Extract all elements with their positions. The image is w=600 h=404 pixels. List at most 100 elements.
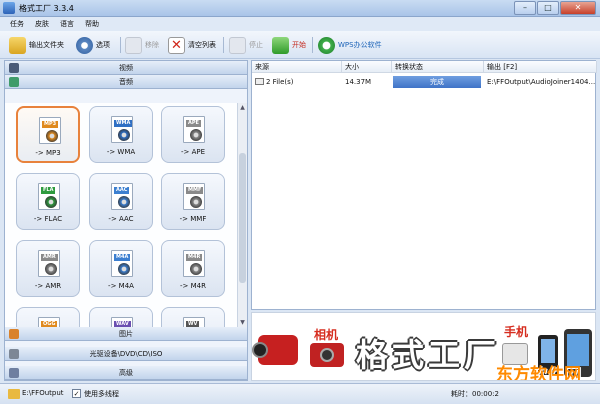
title-bar: 格式工厂 3.3.4 – □ ✕ [0, 0, 600, 17]
file-icon [255, 78, 264, 85]
camcorder-illustration [252, 335, 298, 365]
audio-file-icon: OGG [38, 317, 60, 327]
format-tile-amr[interactable]: AMR -> AMR [16, 240, 80, 297]
format-label: -> M4A [108, 282, 134, 290]
format-tag: M4A [114, 254, 131, 261]
app-icon [3, 2, 15, 14]
toolbar-separator [120, 37, 121, 53]
format-tag: APE [186, 120, 201, 127]
audio-file-icon: MP3 [39, 117, 61, 144]
row-source: 2 File(s) [255, 76, 341, 88]
menu-language[interactable]: 语言 [60, 17, 74, 31]
format-tile-wma[interactable]: WMA -> WMA [89, 106, 153, 163]
status-bar: E:\FFOutput ✓ 使用多线程 耗时：00:00:2 [0, 383, 600, 404]
banner-camera-label: 相机 [314, 328, 339, 342]
format-tile-ape[interactable]: APE -> APE [161, 106, 225, 163]
speaker-icon [118, 263, 130, 275]
category-picture[interactable]: 图片 [5, 327, 247, 341]
audio-file-icon: APE [183, 116, 205, 143]
promo-banner[interactable]: 相机 格式工厂 手机 东方软件网 [251, 312, 596, 381]
format-tag: WMA [114, 120, 133, 127]
scroll-up-arrow-icon[interactable]: ▲ [239, 104, 246, 111]
remove-button[interactable]: 移除 [125, 35, 159, 55]
format-tile-mmf[interactable]: MMF -> MMF [161, 173, 225, 230]
speaker-icon [46, 130, 58, 142]
elapsed-time: 耗时：00:00:2 [451, 390, 499, 398]
gear-icon [76, 36, 93, 54]
format-label: -> MP3 [35, 149, 61, 157]
format-tile-mp3[interactable]: MP3 -> MP3 [16, 106, 80, 163]
format-tile-wv[interactable]: WV [161, 307, 225, 327]
category-panel: 视频 音频 MP3 -> MP3 WMA -> WMA APE -> APE FLA -> F… [4, 60, 248, 381]
format-tile-aac[interactable]: AAC -> AAC [89, 173, 153, 230]
column-header-output[interactable]: 输出 [F2] [484, 61, 597, 73]
scroll-thumb[interactable] [239, 153, 246, 283]
start-button[interactable]: 开始 [272, 35, 306, 55]
format-tag: FLA [41, 187, 56, 194]
clear-list-button[interactable]: ✕ 清空列表 [168, 35, 216, 55]
task-list: 来源 大小 转换状态 输出 [F2] 2 File(s) 14.37M 完成 E… [251, 60, 597, 310]
speaker-icon [190, 196, 202, 208]
format-grid: MP3 -> MP3 WMA -> WMA APE -> APE FLA -> FLAC AAC… [5, 103, 237, 327]
folder-icon[interactable] [8, 389, 20, 399]
maximize-button[interactable]: □ [537, 1, 559, 15]
format-label: -> AMR [34, 282, 62, 290]
close-button[interactable]: ✕ [560, 1, 596, 15]
category-advanced[interactable]: 高级 [5, 366, 247, 380]
folder-icon [9, 36, 26, 54]
menu-skin[interactable]: 皮肤 [35, 17, 49, 31]
menu-task[interactable]: 任务 [10, 17, 24, 31]
format-tag: MMF [186, 187, 204, 194]
banner-phone-label: 手机 [504, 325, 529, 339]
speaker-icon [190, 263, 202, 275]
scroll-down-arrow-icon[interactable]: ▼ [239, 319, 246, 326]
audio-file-icon: AMR [38, 250, 60, 277]
wps-icon [318, 36, 335, 54]
format-tag: AAC [114, 187, 130, 194]
multithread-label: 使用多线程 [84, 390, 119, 398]
format-label: -> APE [180, 148, 206, 156]
stop-icon [229, 36, 246, 54]
wps-button[interactable]: WPS办公软件 [318, 35, 382, 55]
toolbar: 输出文件夹 选项 移除 ✕ 清空列表 停止 开始 WPS办公软件 [0, 31, 600, 59]
window-title: 格式工厂 3.3.4 [19, 4, 74, 13]
format-tile-ogg[interactable]: OGG [16, 307, 80, 327]
row-output: E:\FFOutput\AudioJoiner1404... [487, 78, 595, 86]
column-header-size[interactable]: 大小 [342, 61, 392, 73]
stop-button[interactable]: 停止 [229, 35, 263, 55]
menu-help[interactable]: 帮助 [85, 17, 99, 31]
format-tag: AMR [41, 254, 58, 261]
category-video[interactable]: 视频 [5, 61, 247, 75]
output-path[interactable]: E:\FFOutput [22, 389, 64, 397]
output-folder-button[interactable]: 输出文件夹 [9, 35, 64, 55]
column-header-status[interactable]: 转换状态 [392, 61, 484, 73]
format-label: -> AAC [108, 215, 134, 223]
category-audio[interactable]: 音频 [5, 75, 247, 89]
speaker-icon [45, 196, 57, 208]
format-label: -> FLAC [33, 215, 63, 223]
column-header-source[interactable]: 来源 [252, 61, 342, 73]
minimize-button[interactable]: – [514, 1, 536, 15]
format-tile-fla[interactable]: FLA -> FLAC [16, 173, 80, 230]
watermark: 东方软件网 [496, 365, 581, 381]
multithread-checkbox[interactable]: ✓ [72, 389, 81, 398]
audio-file-icon: WV [183, 317, 205, 327]
options-button[interactable]: 选项 [76, 35, 110, 55]
audio-file-icon: WAV [111, 317, 133, 327]
format-tile-wav[interactable]: WAV [89, 307, 153, 327]
format-label: -> WMA [106, 148, 136, 156]
audio-file-icon: WMA [111, 116, 133, 143]
audio-file-icon: FLA [38, 183, 60, 210]
speaker-icon [190, 129, 202, 141]
format-tile-m4r[interactable]: M4R -> M4R [161, 240, 225, 297]
format-tile-m4a[interactable]: M4A -> M4A [89, 240, 153, 297]
audio-file-icon: M4R [183, 250, 205, 277]
format-grid-scrollbar[interactable]: ▲ ▼ [237, 103, 247, 327]
clear-icon: ✕ [168, 36, 185, 54]
category-optical-device[interactable]: 光驱设备\DVD\CD\ISO [5, 347, 247, 361]
audio-file-icon: MMF [183, 183, 205, 210]
toolbar-separator [312, 37, 313, 53]
row-status: 完成 [393, 76, 481, 88]
camera-illustration [310, 343, 344, 367]
toolbar-separator [223, 37, 224, 53]
